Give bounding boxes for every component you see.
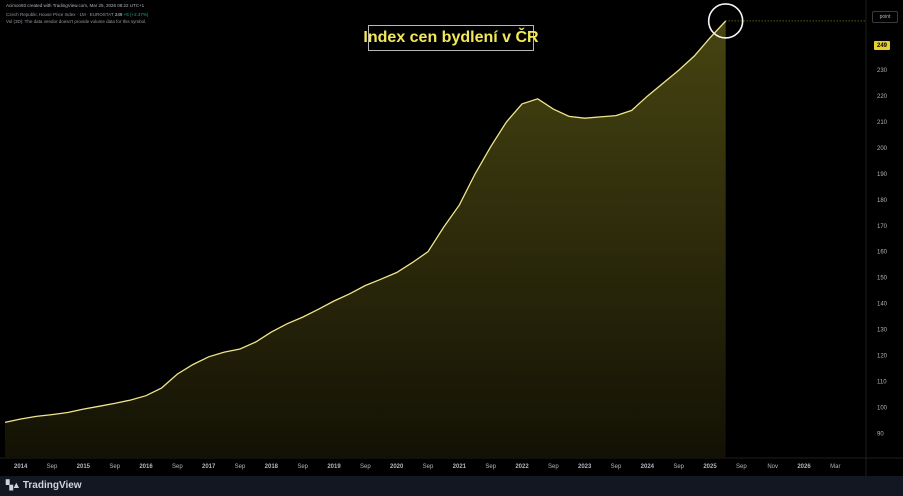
x-tick-label: Sep [109, 464, 120, 470]
last-price-label: 249 [874, 41, 890, 50]
x-tick-label: 2019 [327, 464, 341, 470]
x-tick-label: 2018 [265, 464, 279, 470]
footer-bar: ▚▲ TradingView [0, 476, 903, 496]
volume-note: Vol (3D): The data vendor doesn't provid… [6, 19, 147, 24]
x-tick-label: 2024 [641, 464, 655, 470]
x-tick-label: Nov [767, 464, 778, 470]
x-tick-label: Sep [423, 464, 434, 470]
x-tick-label: 2015 [77, 464, 91, 470]
x-tick-label: Sep [611, 464, 622, 470]
y-tick-label: 110 [877, 379, 887, 385]
y-tick-label: 200 [877, 146, 888, 152]
x-tick-label: Sep [235, 464, 246, 470]
credit-text: Acimon93 created with TradingView.com, M… [6, 3, 145, 8]
x-tick-label: 2016 [139, 464, 153, 470]
y-tick-label: 90 [877, 431, 884, 437]
symbol-name[interactable]: Czech Republic House Price Index · 1M · … [6, 12, 114, 17]
y-tick-label: 180 [877, 198, 888, 204]
unit-selector[interactable]: point [872, 11, 898, 23]
y-tick-label: 140 [877, 302, 888, 308]
x-tick-label: Sep [47, 464, 58, 470]
last-value: 249 [114, 12, 123, 17]
x-tick-label: 2017 [202, 464, 216, 470]
y-tick-label: 100 [877, 405, 888, 411]
x-tick-label: Sep [485, 464, 496, 470]
y-tick-label: 210 [877, 120, 888, 126]
y-tick-label: 230 [877, 68, 888, 74]
x-tick-label: Sep [736, 464, 747, 470]
brand-name: TradingView [22, 480, 82, 491]
y-tick-label: 170 [877, 224, 888, 230]
x-tick-label: 2026 [797, 464, 811, 470]
y-tick-label: 120 [877, 353, 888, 359]
x-tick-label: 2021 [453, 464, 467, 470]
y-tick-label: 150 [877, 276, 888, 282]
x-tick-label: 2014 [14, 464, 28, 470]
x-tick-label: 2023 [578, 464, 592, 470]
y-tick-label: 220 [877, 94, 888, 100]
x-tick-label: 2022 [515, 464, 529, 470]
y-tick-label: 160 [877, 250, 888, 256]
x-tick-label: Sep [673, 464, 684, 470]
tradingview-logo-icon: ▚▲ [6, 480, 21, 490]
y-tick-label: 130 [877, 328, 888, 334]
change-value: +6 (+2.47%) [123, 12, 149, 17]
x-tick-label: 2020 [390, 464, 404, 470]
series-area [5, 21, 726, 458]
x-tick-label: Mar [830, 464, 840, 470]
x-tick-label: Sep [548, 464, 559, 470]
y-tick-label: 190 [877, 172, 888, 178]
x-tick-label: 2025 [703, 464, 717, 470]
x-tick-label: Sep [360, 464, 371, 470]
chart-frame: 90 100 110 120 130 140 150 160 170 180 190 200 210 22… [0, 0, 903, 496]
x-tick-label: Sep [172, 464, 183, 470]
chart-title: Index cen bydlení v ČR [363, 25, 539, 51]
price-chart[interactable]: 90 100 110 120 130 140 150 160 170 180 190 200 210 22… [0, 0, 903, 476]
symbol-legend[interactable]: Czech Republic House Price Index · 1M · … [6, 12, 148, 17]
x-tick-label: Sep [297, 464, 308, 470]
tradingview-logo[interactable]: ▚▲ TradingView [6, 480, 82, 491]
